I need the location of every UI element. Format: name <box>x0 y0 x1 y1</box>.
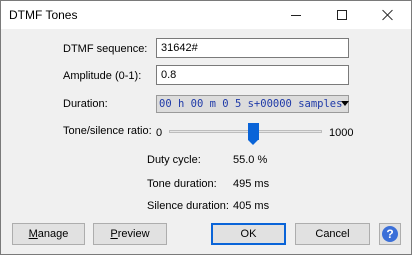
duration-seconds-tens[interactable]: 0 <box>222 98 228 110</box>
close-button[interactable] <box>365 1 411 29</box>
ratio-slider-thumb[interactable] <box>248 123 259 145</box>
maximize-icon <box>337 10 347 20</box>
ratio-max-label: 1000 <box>329 127 354 139</box>
close-icon <box>382 9 394 21</box>
silence-duration-value: 405 ms <box>233 200 270 212</box>
help-icon: ? <box>382 226 398 242</box>
manage-button[interactable]: Manage <box>12 223 85 245</box>
duration-samples-value[interactable]: 00000 <box>260 98 292 110</box>
duty-cycle-label: Duty cycle: <box>147 154 201 166</box>
duration-minutes[interactable]: 00 <box>191 98 204 110</box>
ratio-min-label: 0 <box>156 127 163 139</box>
duration-seconds-ones[interactable]: 5 <box>235 98 241 110</box>
manage-label: anage <box>37 228 69 240</box>
tone-duration-label: Tone duration: <box>147 178 217 190</box>
duration-hours[interactable]: 00 <box>159 98 172 110</box>
cancel-button[interactable]: Cancel <box>295 223 370 245</box>
dtmf-dialog: DTMF Tones DTMF sequence: 31642# Amplitu… <box>0 0 412 255</box>
minimize-icon <box>291 14 301 16</box>
amplitude-input[interactable]: 0.8 <box>156 65 349 85</box>
preview-accel: P <box>110 228 118 240</box>
ok-button[interactable]: OK <box>211 223 286 245</box>
duration-label: Duration: <box>63 98 108 110</box>
duration-m-unit: m <box>209 98 216 110</box>
duty-cycle-value: 55.0 % <box>233 154 268 166</box>
duration-h-unit: h <box>177 98 185 110</box>
duration-time-control[interactable]: 00 h 00 m 0 5 s+00000 samples <box>156 95 349 113</box>
ratio-label: Tone/silence ratio: <box>63 125 152 137</box>
preview-label: review <box>117 228 150 240</box>
maximize-button[interactable] <box>319 1 365 29</box>
tone-duration-value: 495 ms <box>233 178 270 190</box>
duration-samples-label: samples <box>298 98 343 110</box>
amplitude-label: Amplitude (0-1): <box>63 70 142 82</box>
duration-format-dropdown-icon[interactable] <box>341 101 349 106</box>
manage-accel: M <box>28 228 38 240</box>
title-bar[interactable]: DTMF Tones <box>1 1 411 29</box>
sequence-input[interactable]: 31642# <box>156 38 349 58</box>
ratio-slider-track[interactable] <box>169 130 322 133</box>
minimize-button[interactable] <box>273 1 319 29</box>
sequence-label: DTMF sequence: <box>63 43 148 55</box>
silence-duration-label: Silence duration: <box>147 200 229 212</box>
preview-button[interactable]: Preview <box>93 223 167 245</box>
window-title: DTMF Tones <box>9 8 78 22</box>
help-button[interactable]: ? <box>379 223 401 245</box>
